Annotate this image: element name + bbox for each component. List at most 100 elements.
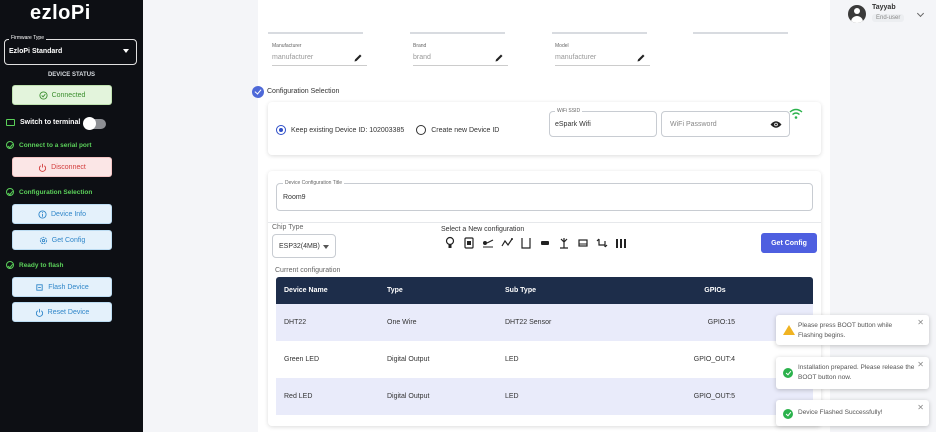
cell-device-name: Green LED (284, 356, 320, 363)
eye-icon[interactable] (770, 120, 782, 129)
cell-type: Digital Output (387, 356, 430, 363)
app-logo: ezloPi (30, 2, 91, 24)
firmware-type-value: EzloPi Standard (9, 48, 63, 55)
check-circle-icon (6, 188, 14, 196)
wifi-password-field[interactable]: WiFi Password (661, 111, 790, 137)
col-sub-type: Sub Type (505, 287, 536, 294)
toast-text: Please press BOOT button while Flashing … (798, 322, 893, 339)
config-selection-title: Configuration Selection (267, 88, 340, 95)
connected-button[interactable]: Connected (12, 85, 112, 105)
disconnect-button[interactable]: Disconnect (12, 157, 112, 177)
button-icon[interactable] (539, 236, 551, 250)
brand-input[interactable]: brand (413, 54, 508, 66)
model-label: Model (555, 43, 569, 49)
cell-gpios: GPIO:15 (707, 319, 735, 326)
pencil-icon[interactable] (636, 53, 646, 63)
divider (268, 222, 821, 223)
field-underline (268, 32, 363, 34)
bulb-icon[interactable] (444, 236, 456, 250)
model-field: Model manufacturer (555, 43, 650, 66)
wifi-icon (789, 108, 803, 119)
relay-icon[interactable] (520, 236, 532, 250)
switch-terminal-label: Switch to terminal (20, 119, 81, 126)
brand-label: Brand (413, 43, 427, 49)
power-icon (39, 163, 47, 172)
device-type-icons (444, 236, 627, 250)
user-menu[interactable]: Tayyab End-user (848, 4, 928, 26)
toast-text: Device Flashed Successfully! (798, 409, 883, 416)
toast-warning: Please press BOOT button while Flashing … (776, 315, 929, 345)
chip-type-label: Chip Type (272, 224, 304, 231)
check-circle-icon (39, 90, 48, 100)
check-circle-icon (783, 368, 793, 378)
wifi-ssid-value: eSpark Wifi (555, 121, 591, 128)
manufacturer-label: Manufacturer (272, 43, 302, 49)
lamp-icon[interactable] (558, 236, 570, 250)
cell-device-name: DHT22 (284, 319, 307, 326)
create-new-radio[interactable] (416, 125, 427, 135)
manufacturer-input[interactable]: manufacturer (272, 54, 367, 66)
sensor-group-icon[interactable] (615, 236, 627, 250)
user-role-badge: End-user (872, 14, 905, 22)
ready-flash-label: Ready to flash (19, 261, 64, 269)
cell-device-name: Red LED (284, 393, 313, 400)
wifi-password-placeholder: WiFi Password (670, 121, 717, 128)
connected-label: Connected (51, 91, 86, 99)
firmware-type-select[interactable]: Firmware Type EzloPi Standard (4, 35, 137, 65)
manufacturer-field: Manufacturer manufacturer (272, 43, 367, 66)
flash-device-button[interactable]: Flash Device (12, 277, 112, 297)
keep-existing-radio[interactable] (276, 125, 286, 135)
disconnect-label: Disconnect (51, 163, 86, 171)
cell-type: One Wire (387, 319, 417, 326)
close-icon[interactable]: ✕ (917, 318, 924, 327)
table-row[interactable]: Red LED Digital Output LED GPIO_OUT:5 (276, 378, 813, 415)
cell-type: Digital Output (387, 393, 430, 400)
step-complete-icon (252, 86, 264, 98)
get-config-button[interactable]: Get Config (761, 233, 817, 253)
chip-type-select[interactable]: ESP32(4MB) (272, 234, 336, 258)
col-gpios: GPIOs (704, 287, 726, 294)
caret-down-icon (123, 49, 129, 53)
create-new-label: Create new Device ID (431, 126, 500, 134)
device-info-button[interactable]: Device Info (12, 204, 112, 224)
terminal-toggle[interactable] (83, 117, 106, 130)
switch-icon[interactable] (482, 236, 494, 250)
device-info-label: Device Info (50, 210, 87, 218)
connect-serial-label: Connect to a serial port (19, 141, 92, 149)
swap-icon[interactable] (596, 236, 608, 250)
table-header: Device Name Type Sub Type GPIOs (276, 277, 813, 304)
get-config-side-button[interactable]: Get Config (12, 230, 112, 250)
dimmer-icon[interactable] (501, 236, 513, 250)
device-config-title-field[interactable]: Device Configuration Title Room9 (276, 180, 813, 211)
model-input[interactable]: manufacturer (555, 54, 650, 66)
select-new-config-label: Select a New configuration (441, 226, 525, 233)
device-config-title-legend: Device Configuration Title (283, 180, 344, 186)
check-circle-icon (783, 409, 793, 419)
table-row[interactable]: DHT22 One Wire DHT22 Sensor GPIO:15 (276, 304, 813, 341)
close-icon[interactable]: ✕ (917, 403, 924, 412)
current-config-label: Current configuration (275, 267, 341, 274)
wifi-ssid-field[interactable]: WiFi SSID eSpark Wifi (549, 108, 657, 137)
cell-sub-type: LED (505, 356, 519, 363)
pencil-icon[interactable] (494, 53, 504, 63)
reset-device-button[interactable]: Reset Device (12, 302, 112, 322)
table-row[interactable]: Green LED Digital Output LED GPIO_OUT:4 (276, 341, 813, 378)
step-ready-flash: Ready to flash (6, 261, 63, 269)
plug-icon[interactable] (463, 236, 475, 250)
avatar (848, 5, 866, 23)
pencil-icon[interactable] (353, 53, 363, 63)
panel-icon[interactable] (577, 236, 589, 250)
chevron-down-icon (916, 9, 925, 18)
cell-sub-type: DHT22 Sensor (505, 319, 552, 326)
device-config-title-value: Room9 (283, 194, 306, 201)
field-underline (410, 32, 505, 34)
chip-type-value: ESP32(4MB) (279, 243, 320, 250)
sidebar: ezloPi Firmware Type EzloPi Standard DEV… (0, 0, 143, 432)
current-config-table: Device Name Type Sub Type GPIOs DHT22 On… (276, 277, 813, 415)
keep-existing-label: Keep existing Device ID: 102003385 (291, 126, 405, 134)
warning-icon (783, 325, 795, 335)
close-icon[interactable]: ✕ (917, 360, 924, 369)
power-icon (35, 308, 43, 317)
col-device-name: Device Name (284, 287, 328, 294)
cell-gpios: GPIO_OUT:4 (693, 356, 735, 363)
